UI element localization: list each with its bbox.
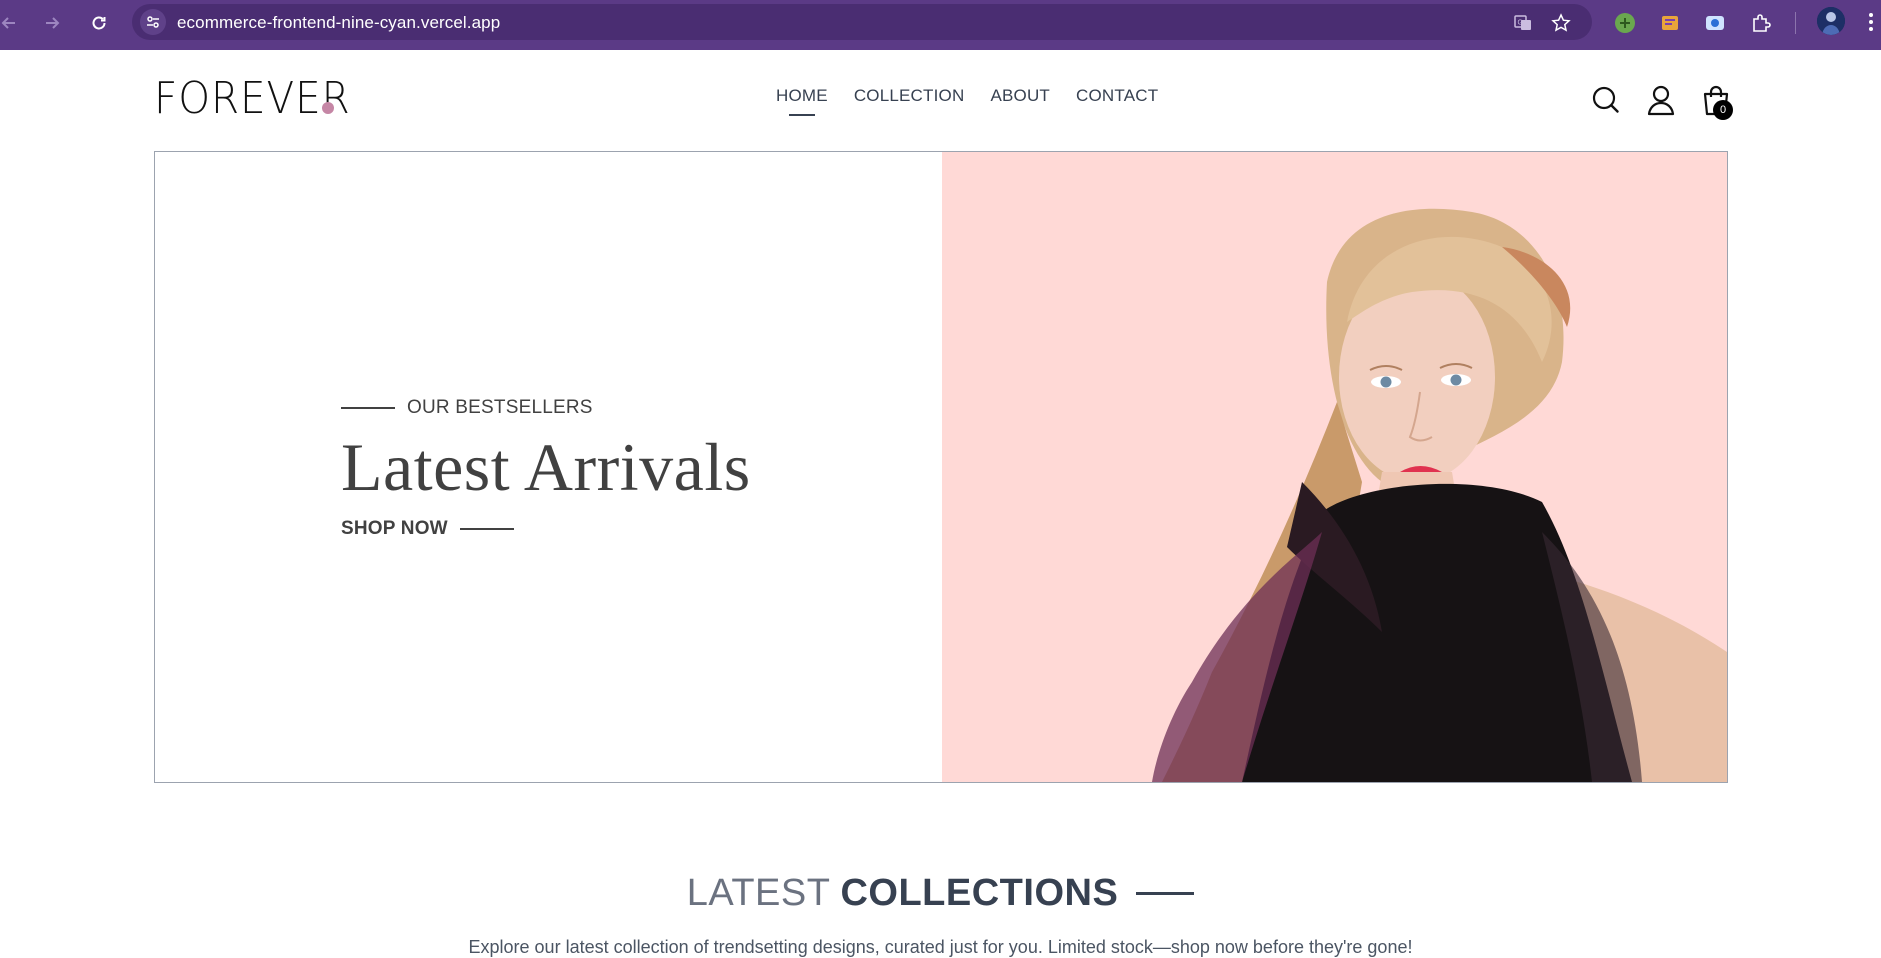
search-icon [1592, 86, 1619, 113]
url-text[interactable]: ecommerce-frontend-nine-cyan.vercel.app [177, 13, 500, 33]
svg-text:G: G [1518, 20, 1523, 27]
shop-now-link[interactable]: SHOP NOW [341, 518, 514, 540]
nav-collection[interactable]: COLLECTION [854, 86, 965, 106]
shop-now-line [459, 528, 514, 530]
title-bold: COLLECTIONS [840, 872, 1119, 914]
hero-banner: OUR BESTSELLERS Latest Arrivals SHOP NOW [154, 151, 1728, 783]
latest-collections-description: Explore our latest collection of trendse… [468, 937, 1413, 957]
notes-icon [1662, 16, 1678, 30]
extension-screen-button[interactable] [1702, 10, 1728, 36]
browser-toolbar: ecommerce-frontend-nine-cyan.vercel.app … [0, 0, 1881, 50]
hero-title: Latest Arrivals [341, 429, 751, 505]
address-bar[interactable]: ecommerce-frontend-nine-cyan.vercel.app … [132, 4, 1592, 40]
back-button[interactable] [0, 8, 24, 38]
main-nav: HOME COLLECTION ABOUT CONTACT [776, 86, 1158, 106]
nav-about[interactable]: ABOUT [990, 86, 1050, 106]
search-button[interactable] [1590, 84, 1622, 116]
arrow-left-icon [1, 17, 15, 29]
profile-avatar[interactable] [1817, 7, 1845, 35]
reload-icon [92, 16, 106, 30]
translate-button[interactable]: G [1512, 12, 1534, 34]
screen-capture-icon [1706, 16, 1724, 30]
hero-eyebrow: OUR BESTSELLERS [341, 397, 593, 419]
star-icon [1551, 13, 1571, 32]
hero-image [942, 152, 1727, 782]
arrow-right-icon [46, 17, 60, 29]
site-logo[interactable]: FOREVER [154, 74, 351, 124]
shop-now-label[interactable]: SHOP NOW [341, 518, 448, 540]
eyebrow-line [341, 407, 395, 409]
cart-count-badge: 0 [1713, 100, 1733, 120]
bookmark-star-button[interactable] [1550, 12, 1572, 34]
reload-button[interactable] [84, 8, 114, 38]
nav-contact[interactable]: CONTACT [1076, 86, 1158, 106]
logo-dot [322, 102, 334, 114]
translate-icon: G [1514, 15, 1531, 30]
extension-notes-button[interactable] [1657, 10, 1683, 36]
extensions-button[interactable] [1748, 10, 1774, 36]
eyebrow-text: OUR BESTSELLERS [407, 397, 593, 418]
hero-text-panel: OUR BESTSELLERS Latest Arrivals SHOP NOW [155, 152, 942, 782]
latest-collections-title: LATEST COLLECTIONS [0, 872, 1881, 915]
model-photo [1152, 208, 1727, 782]
toolbar-divider [1795, 12, 1796, 34]
avatar-icon [1817, 7, 1845, 35]
profile-button[interactable] [1645, 84, 1677, 116]
nav-home[interactable]: HOME [776, 86, 828, 106]
plus-circle-icon [1615, 13, 1635, 33]
site-info-button[interactable] [140, 9, 166, 35]
puzzle-icon [1753, 14, 1771, 32]
extension-green-button[interactable] [1612, 10, 1638, 36]
browser-menu-button[interactable] [1868, 10, 1878, 34]
title-light: LATEST [686, 872, 831, 914]
forward-button[interactable] [37, 8, 67, 38]
user-icon [1647, 85, 1675, 116]
kebab-menu-icon [1869, 13, 1873, 31]
title-line [1136, 892, 1195, 895]
tune-icon [147, 16, 159, 28]
